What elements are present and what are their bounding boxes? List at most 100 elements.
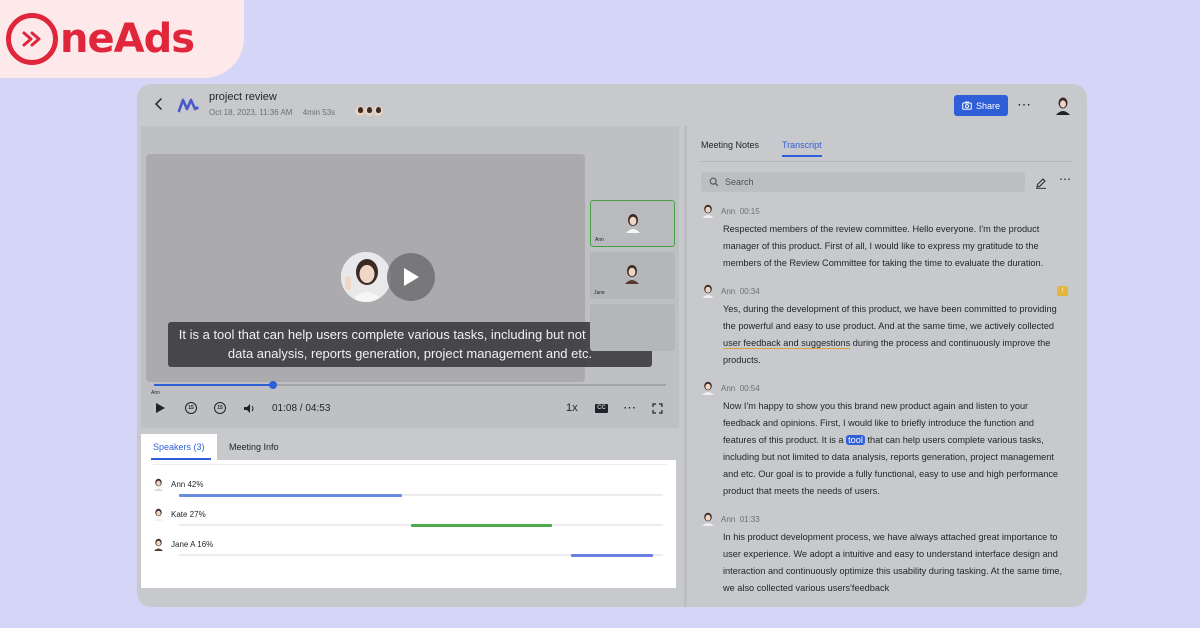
avatar <box>702 204 714 218</box>
share-label: Share <box>975 100 1001 111</box>
progress-handle[interactable] <box>269 381 278 389</box>
video-caption: It is a tool that can help users complet… <box>168 322 652 367</box>
speaker-name: Ann 42% <box>171 480 204 489</box>
more-options-icon[interactable]: ⋯ <box>1059 172 1071 186</box>
bottom-panel: Speakers (3) Meeting Info Ann 42% Kate 2… <box>141 434 679 596</box>
progress-fill <box>154 384 274 386</box>
speaker-segment <box>411 523 552 527</box>
more-options-icon[interactable]: ⋯ <box>1017 96 1031 113</box>
left-pane: It is a tool that can help users complet… <box>141 126 679 604</box>
tab-speakers[interactable]: Speakers (3) <box>141 434 217 460</box>
player-controls: 15 15 01:08 / 04:53 1x CC ⋯ <box>155 400 667 416</box>
timestamp: 00:54 <box>739 383 760 393</box>
highlighted-word[interactable]: tool <box>846 435 865 445</box>
brand-logo-icon <box>6 13 58 65</box>
annotated-text[interactable]: user feedback and suggestions <box>723 338 851 349</box>
transcript-text: Now I'm happy to show you this brand new… <box>723 398 1063 500</box>
speaker-row[interactable]: Jane A 16% <box>153 536 667 564</box>
brand-name: neAds <box>60 16 195 62</box>
speed-button[interactable]: 1x <box>566 400 578 416</box>
comment-flag-icon[interactable]: ! <box>1057 286 1068 296</box>
thumbnail-label: Ann <box>595 237 604 243</box>
speaker-segment <box>179 493 402 497</box>
meeting-duration: 4min 53s <box>302 108 336 117</box>
speaker-name: Ann <box>721 514 736 524</box>
more-options-icon[interactable]: ⋯ <box>623 400 636 416</box>
thumbnail-third[interactable] <box>590 304 675 351</box>
search-input[interactable]: Search <box>701 172 1025 192</box>
speaker-row[interactable]: Kate 27% <box>153 506 667 534</box>
speaker-segment <box>571 553 654 557</box>
speaker-name: Ann <box>721 286 736 296</box>
video-thumbnails: Ann Jane <box>590 200 676 356</box>
progress-bar[interactable] <box>154 381 666 389</box>
chevron-left-icon[interactable] <box>151 96 167 112</box>
thumbnail-label: Jane <box>594 290 605 296</box>
avatar <box>154 508 163 521</box>
speaker-name: Ann <box>721 206 736 216</box>
rewind-icon: 15 <box>185 402 197 414</box>
avatar <box>372 105 384 117</box>
transcript-entry[interactable]: Ann 00:34 ! Yes, during the development … <box>701 284 1075 369</box>
video-player[interactable]: It is a tool that can help users complet… <box>141 126 679 428</box>
thumbnail-ann[interactable]: Ann <box>590 200 675 247</box>
tab-transcript[interactable]: Transcript <box>782 140 822 157</box>
tab-meeting-notes[interactable]: Meeting Notes <box>701 140 759 150</box>
speaker-timeline <box>179 493 663 497</box>
speaker-name: Ann <box>721 383 736 393</box>
share-button[interactable]: Share <box>954 95 1008 116</box>
progress-speaker-label: Ann <box>151 390 160 396</box>
avatar <box>702 512 714 526</box>
speaker-row[interactable]: Ann 42% <box>153 476 667 504</box>
app-logo-icon <box>177 96 199 114</box>
play-overlay[interactable] <box>341 252 435 302</box>
transcript-list: Ann 00:15 Respected members of the revie… <box>701 204 1075 604</box>
play-button[interactable] <box>387 253 435 301</box>
forward-button[interactable]: 15 <box>214 400 226 416</box>
avatar <box>702 284 714 298</box>
volume-button[interactable] <box>243 400 256 416</box>
transcript-entry[interactable]: Ann 00:54 Now I'm happy to show you this… <box>701 381 1075 500</box>
app-window: project review Oct 18, 2023, 11:36 AM 4m… <box>137 84 1087 607</box>
rewind-button[interactable]: 15 <box>185 400 197 416</box>
meeting-date: Oct 18, 2023, 11:36 AM <box>209 108 293 117</box>
avatar <box>625 265 639 284</box>
fullscreen-icon <box>652 402 663 414</box>
avatar <box>154 538 163 551</box>
camera-icon <box>962 101 972 110</box>
edit-icon[interactable] <box>1035 176 1047 189</box>
top-bar: project review Oct 18, 2023, 11:36 AM 4m… <box>137 84 1087 126</box>
transcript-entry[interactable]: Ann 00:15 Respected members of the revie… <box>701 204 1075 272</box>
play-small-button[interactable] <box>155 400 166 416</box>
timestamp: 01:33 <box>739 514 760 524</box>
transcript-text: Respected members of the review committe… <box>723 224 1044 268</box>
avatar <box>154 478 163 491</box>
search-placeholder: Search <box>725 177 754 187</box>
user-avatar[interactable] <box>1053 95 1073 115</box>
brand-badge: neAds <box>0 0 244 78</box>
speed-label: 1x <box>566 402 578 414</box>
transcript-text: In his product development process, we h… <box>723 532 1063 593</box>
volume-icon <box>244 403 254 413</box>
right-pane: Meeting Notes Transcript Search ⋯ Ann 00… <box>684 126 1084 607</box>
captions-button[interactable]: CC <box>595 400 608 416</box>
timestamp: 00:34 <box>739 286 760 296</box>
captions-icon: CC <box>595 403 608 413</box>
speakers-list: Ann 42% Kate 27% Jane A 16% <box>141 460 676 588</box>
speaker-timeline <box>179 523 663 527</box>
avatar <box>626 214 640 233</box>
transcript-entry[interactable]: Ann 01:33 In his product development pro… <box>701 512 1075 597</box>
divider <box>701 161 1073 162</box>
time-display: 01:08 / 04:53 <box>272 402 331 414</box>
play-icon <box>404 268 419 286</box>
participant-avatars[interactable] <box>354 105 384 117</box>
speaker-timeline <box>179 553 663 557</box>
page-title: project review <box>209 91 277 103</box>
tab-meeting-info[interactable]: Meeting Info <box>217 434 291 460</box>
search-icon <box>709 177 719 187</box>
timestamp: 00:15 <box>739 206 760 216</box>
thumbnail-jane[interactable]: Jane <box>590 252 675 299</box>
avatar <box>702 381 714 395</box>
fullscreen-button[interactable] <box>652 400 663 416</box>
play-icon <box>156 403 165 413</box>
